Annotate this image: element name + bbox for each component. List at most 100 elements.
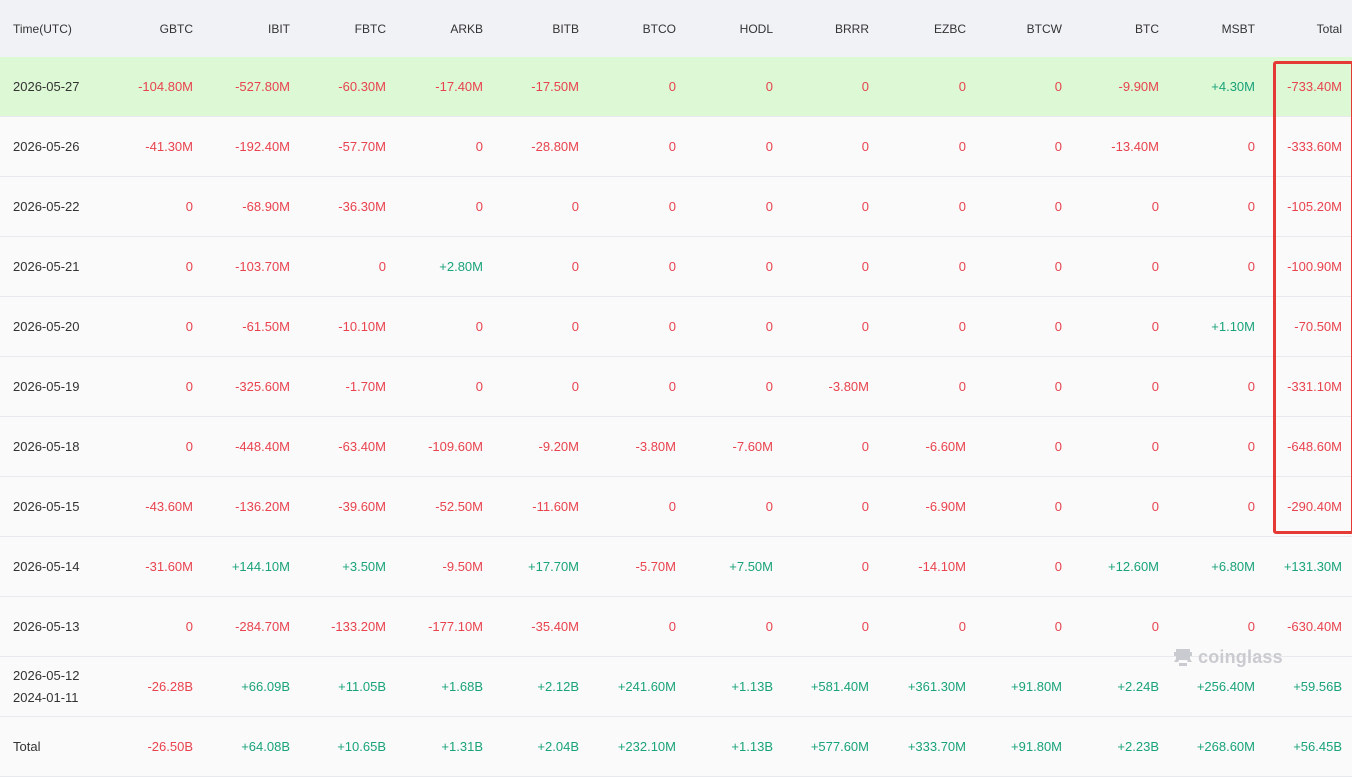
value-cell-btco: 0 <box>668 619 676 634</box>
value-cell-btcw: +91.80M <box>1011 679 1062 694</box>
value-cell-fbtc: +3.50M <box>342 559 386 574</box>
value-cell-btco: 0 <box>668 499 676 514</box>
value-cell-msbt: +1.10M <box>1211 319 1255 334</box>
value-cell-hodl: 0 <box>765 319 773 334</box>
value-cell-btc: 0 <box>1151 439 1159 454</box>
table-row[interactable]: 2026-05-13 0 -284.70M -133.20M -177.10M -35.4… <box>0 597 1352 657</box>
etf-flow-table: Time(UTC) GBTC IBIT FBTC ARKB BITB BTCO … <box>0 0 1352 777</box>
header-btcw[interactable]: BTCW <box>966 22 1062 36</box>
value-cell-bitb: 0 <box>571 199 579 214</box>
value-cell-ibit: -325.60M <box>235 379 290 394</box>
value-cell-hodl: +7.50M <box>729 559 773 574</box>
header-msbt[interactable]: MSBT <box>1159 22 1255 36</box>
value-cell-arkb: -177.10M <box>428 619 483 634</box>
value-cell-arkb: -52.50M <box>435 499 483 514</box>
table-row-range[interactable]: 2026-05-12 2024-01-11 -26.28B +66.09B +11.… <box>0 657 1352 717</box>
total-label: Total <box>13 738 41 754</box>
value-cell-fbtc: -57.70M <box>338 139 386 154</box>
value-cell-arkb: 0 <box>475 319 483 334</box>
row-date: 2026-05-19 <box>13 378 80 394</box>
header-ezbc[interactable]: EZBC <box>869 22 966 36</box>
header-btc[interactable]: BTC <box>1062 22 1159 36</box>
value-cell-bitb: -35.40M <box>531 619 579 634</box>
table-row[interactable]: 2026-05-19 0 -325.60M -1.70M 0 0 0 0 -3.80M 0 0 0 0 -… <box>0 357 1352 417</box>
value-cell-gbtc: -41.30M <box>145 139 193 154</box>
value-cell-hodl: +1.13B <box>731 739 773 754</box>
row-date: 2026-05-13 <box>13 618 80 634</box>
value-cell-msbt: 0 <box>1247 499 1255 514</box>
value-cell-gbtc: -26.50B <box>147 739 193 754</box>
value-cell-total: -70.50M <box>1294 319 1342 334</box>
value-cell-total: -100.90M <box>1287 259 1342 274</box>
value-cell-hodl: -7.60M <box>732 439 773 454</box>
value-cell-ibit: -192.40M <box>235 139 290 154</box>
value-cell-btcw: 0 <box>1054 139 1062 154</box>
value-cell-ezbc: 0 <box>958 139 966 154</box>
value-cell-hodl: 0 <box>765 379 773 394</box>
value-cell-brrr: 0 <box>861 439 869 454</box>
range-dates: 2026-05-12 2024-01-11 <box>0 665 96 709</box>
value-cell-msbt: +268.60M <box>1196 739 1255 754</box>
row-date: 2026-05-18 <box>13 438 80 454</box>
value-cell-ibit: +66.09B <box>241 679 290 694</box>
value-cell-ibit: -68.90M <box>242 199 290 214</box>
header-hodl[interactable]: HODL <box>676 22 773 36</box>
value-cell-ezbc: 0 <box>958 379 966 394</box>
value-cell-btcw: 0 <box>1054 199 1062 214</box>
value-cell-btcw: 0 <box>1054 79 1062 94</box>
value-cell-msbt: 0 <box>1247 139 1255 154</box>
value-cell-btc: +2.24B <box>1117 679 1159 694</box>
table-row[interactable]: 2026-05-21 0 -103.70M 0 +2.80M 0 0 0 0 0 0 0 0 -100.9… <box>0 237 1352 297</box>
value-cell-btc: 0 <box>1151 319 1159 334</box>
value-cell-gbtc: -26.28B <box>147 679 193 694</box>
coinglass-watermark: coinglass <box>1172 646 1283 668</box>
value-cell-btcw: 0 <box>1054 319 1062 334</box>
value-cell-total: +59.56B <box>1293 679 1342 694</box>
table-row[interactable]: 2026-05-22 0 -68.90M -36.30M 0 0 0 0 0 0 0 0 0 -105.2… <box>0 177 1352 237</box>
header-fbtc[interactable]: FBTC <box>290 22 386 36</box>
table-row[interactable]: 2026-05-14 -31.60M +144.10M +3.50M -9.50M +17… <box>0 537 1352 597</box>
header-ibit[interactable]: IBIT <box>193 22 290 36</box>
header-time[interactable]: Time(UTC) <box>0 18 96 40</box>
value-cell-fbtc: -10.10M <box>338 319 386 334</box>
header-arkb[interactable]: ARKB <box>386 22 483 36</box>
watermark-text: coinglass <box>1198 646 1283 667</box>
value-cell-btc: +2.23B <box>1117 739 1159 754</box>
value-cell-gbtc: 0 <box>185 379 193 394</box>
value-cell-fbtc: -39.60M <box>338 499 386 514</box>
table-row[interactable]: 2026-05-26 -41.30M -192.40M -57.70M 0 -28.80M… <box>0 117 1352 177</box>
value-cell-gbtc: -104.80M <box>138 79 193 94</box>
table-row[interactable]: 2026-05-18 0 -448.40M -63.40M -109.60M -9.20M… <box>0 417 1352 477</box>
value-cell-brrr: 0 <box>861 79 869 94</box>
table-row[interactable]: 2026-05-27 -104.80M -527.80M -60.30M -17.40M… <box>0 57 1352 117</box>
value-cell-msbt: 0 <box>1247 199 1255 214</box>
value-cell-fbtc: -36.30M <box>338 199 386 214</box>
table-row-total[interactable]: Total -26.50B +64.08B +10.65B +1.31B +2.04B +… <box>0 717 1352 777</box>
value-cell-brrr: 0 <box>861 199 869 214</box>
value-cell-gbtc: -43.60M <box>145 499 193 514</box>
header-bitb[interactable]: BITB <box>483 22 579 36</box>
row-date: 2026-05-20 <box>13 318 80 334</box>
header-btco[interactable]: BTCO <box>579 22 676 36</box>
value-cell-hodl: 0 <box>765 619 773 634</box>
header-brrr[interactable]: BRRR <box>773 22 869 36</box>
value-cell-ezbc: 0 <box>958 79 966 94</box>
coinglass-logo-icon <box>1174 649 1192 666</box>
value-cell-gbtc: 0 <box>185 259 193 274</box>
value-cell-btcw: 0 <box>1054 439 1062 454</box>
value-cell-btcw: 0 <box>1054 259 1062 274</box>
value-cell-btco: 0 <box>668 319 676 334</box>
value-cell-btc: -13.40M <box>1111 139 1159 154</box>
value-cell-arkb: -109.60M <box>428 439 483 454</box>
table-row[interactable]: 2026-05-20 0 -61.50M -10.10M 0 0 0 0 0 0 0 0 +1.10M -… <box>0 297 1352 357</box>
range-date-from: 2026-05-12 <box>13 667 80 683</box>
value-cell-total: +56.45B <box>1293 739 1342 754</box>
header-total[interactable]: Total <box>1255 22 1342 36</box>
row-date: 2026-05-21 <box>13 258 80 274</box>
value-cell-ibit: -284.70M <box>235 619 290 634</box>
header-gbtc[interactable]: GBTC <box>96 22 193 36</box>
value-cell-total: +131.30M <box>1283 559 1342 574</box>
value-cell-total: -105.20M <box>1287 199 1342 214</box>
value-cell-hodl: 0 <box>765 499 773 514</box>
table-row[interactable]: 2026-05-15 -43.60M -136.20M -39.60M -52.50M -… <box>0 477 1352 537</box>
